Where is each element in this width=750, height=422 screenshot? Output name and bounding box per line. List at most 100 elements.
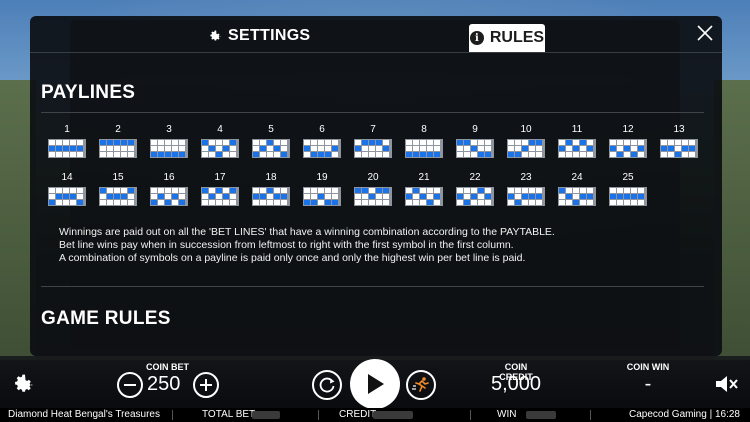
payline-cell	[566, 146, 572, 151]
payline-cell	[624, 152, 630, 157]
payline-cell-active	[624, 146, 630, 151]
payline-item: 3	[150, 124, 188, 158]
payline-cell	[536, 152, 542, 157]
payline-cell	[508, 140, 514, 145]
payline-cell	[70, 200, 76, 205]
payline-cell	[508, 200, 514, 205]
payline-cell	[573, 140, 579, 145]
payline-pattern	[456, 139, 494, 158]
payline-cell	[274, 200, 280, 205]
payline-cell	[56, 152, 62, 157]
payline-cell-active	[107, 194, 113, 199]
payline-cell	[172, 200, 178, 205]
coin-bet-label: COIN BET	[146, 362, 190, 372]
payline-cell	[522, 140, 528, 145]
payline-cell-active	[362, 140, 368, 145]
payline-pattern	[354, 139, 392, 158]
payline-cell	[318, 200, 324, 205]
payline-cell-active	[165, 152, 171, 157]
payline-cell-active	[689, 146, 695, 151]
spin-button[interactable]	[350, 359, 400, 409]
payline-cell	[471, 188, 477, 193]
payline-cell	[267, 152, 273, 157]
payline-cell-active	[376, 140, 382, 145]
payline-cell	[223, 188, 229, 193]
gear-icon	[210, 30, 221, 41]
payline-cell-active	[362, 188, 368, 193]
payline-pattern	[558, 187, 596, 206]
payline-cell	[413, 140, 419, 145]
tab-rules[interactable]: i RULES	[469, 24, 545, 52]
payline-cell	[70, 152, 76, 157]
payline-cell	[355, 194, 361, 199]
payline-cell	[114, 152, 120, 157]
decrease-bet-button[interactable]	[117, 372, 143, 398]
payline-cell-active	[420, 194, 426, 199]
payline-cell	[610, 188, 616, 193]
payline-cell	[515, 188, 521, 193]
autoplay-button[interactable]	[312, 370, 342, 400]
payline-cell-active	[661, 146, 667, 151]
status-separator	[470, 410, 471, 420]
payline-cell-active	[587, 194, 593, 199]
close-button[interactable]	[696, 24, 714, 42]
increase-bet-button[interactable]	[193, 372, 219, 398]
payline-pattern	[609, 139, 647, 158]
sound-button[interactable]	[714, 373, 740, 395]
payline-cell	[638, 152, 644, 157]
payline-cell	[332, 188, 338, 193]
payline-cell	[529, 188, 535, 193]
payline-cell-active	[281, 194, 287, 199]
payline-item: 9	[456, 124, 494, 158]
payline-cell	[485, 188, 491, 193]
payline-number: 12	[622, 124, 634, 135]
payline-cell	[413, 194, 419, 199]
payline-cell-active	[471, 146, 477, 151]
payline-number: 17	[214, 172, 226, 183]
payline-cell	[529, 146, 535, 151]
payline-cell	[610, 200, 616, 205]
payline-cell-active	[617, 152, 623, 157]
payline-cell-active	[56, 194, 62, 199]
payline-cell-active	[471, 194, 477, 199]
payline-pattern	[456, 187, 494, 206]
payline-cell	[559, 152, 565, 157]
payline-cell-active	[420, 152, 426, 157]
payline-number: 19	[316, 172, 328, 183]
payline-item: 19	[303, 172, 341, 206]
payline-cell	[63, 152, 69, 157]
payline-cell-active	[311, 152, 317, 157]
payline-cell-active	[325, 200, 331, 205]
payline-number: 25	[622, 172, 634, 183]
payline-cell	[362, 152, 368, 157]
payline-number: 15	[112, 172, 124, 183]
payline-cell	[427, 188, 433, 193]
payline-cell-active	[260, 194, 266, 199]
payline-pattern	[303, 187, 341, 206]
tab-divider	[30, 52, 722, 53]
payline-cell	[63, 188, 69, 193]
payline-cell-active	[464, 200, 470, 205]
payline-cell-active	[77, 146, 83, 151]
turbo-button[interactable]	[406, 370, 436, 400]
payline-cell	[675, 140, 681, 145]
payline-cell-active	[522, 194, 528, 199]
payline-cell	[318, 146, 324, 151]
payline-cell-active	[464, 140, 470, 145]
minus-icon	[124, 384, 136, 386]
tab-settings[interactable]: SETTINGS	[208, 27, 310, 45]
payline-cell-active	[573, 146, 579, 151]
payline-cell	[107, 152, 113, 157]
settings-button[interactable]	[11, 372, 35, 396]
payline-cell	[77, 188, 83, 193]
payline-cell-active	[253, 152, 259, 157]
payline-pattern	[48, 187, 86, 206]
payline-cell	[202, 194, 208, 199]
payline-cell	[675, 146, 681, 151]
payline-cell	[420, 146, 426, 151]
win-label: WIN	[497, 409, 517, 420]
payline-cell	[151, 188, 157, 193]
payline-cell	[471, 140, 477, 145]
payline-cell-active	[580, 140, 586, 145]
payline-cell	[304, 188, 310, 193]
